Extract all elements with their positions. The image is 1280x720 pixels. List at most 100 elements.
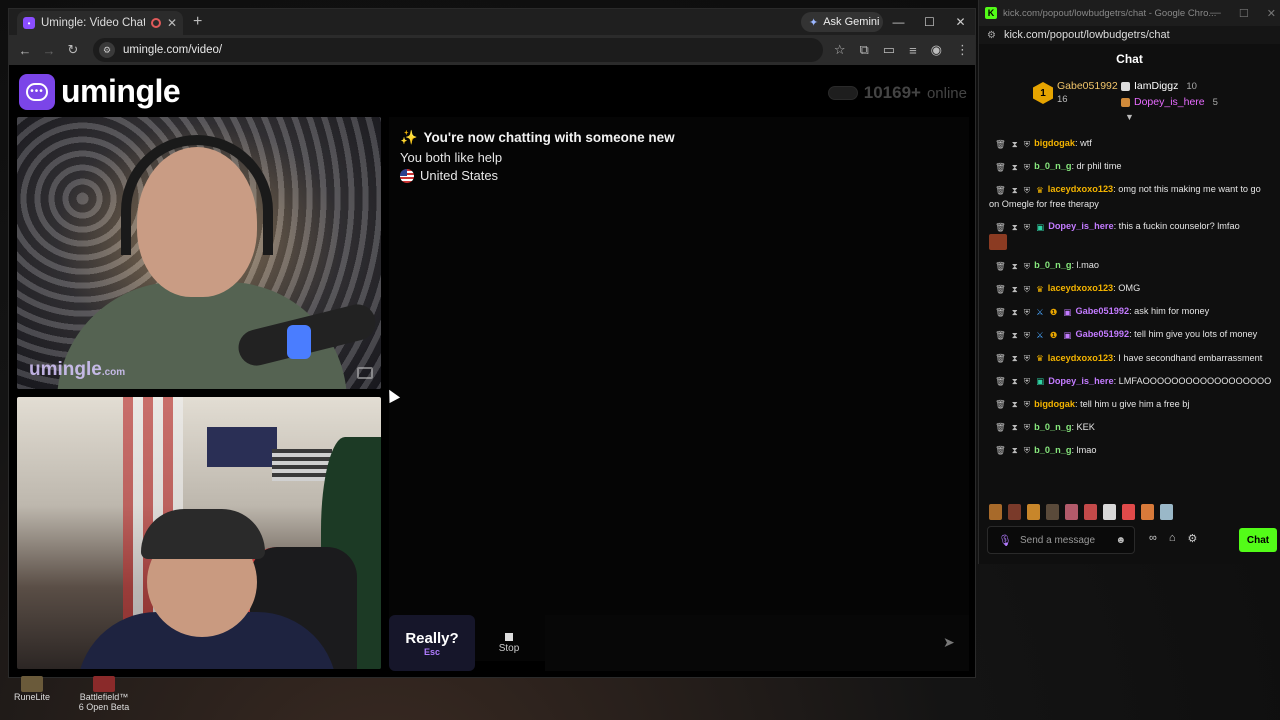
chat-message[interactable]: 🗑 ⧗ ⛨ b_0_n_g: dr phil time [989,159,1273,174]
site-settings-icon[interactable]: ⚙ [987,30,996,41]
delete-icon: 🗑 [995,283,1006,294]
kick-url-text: kick.com/popout/lowbudgetrs/chat [1003,29,1170,41]
browser-tab[interactable]: • Umingle: Video Chat with S ✕ [17,11,183,35]
rank-three-badge-icon [1121,97,1130,107]
chat-message[interactable]: 🗑 ⧗ ⛨ ♛ laceydxoxo123: OMG [989,281,1273,296]
store-icon[interactable]: ⌂ [1169,532,1176,545]
shield-icon: ⛨ [1023,283,1031,294]
delete-icon: 🗑 [995,161,1006,172]
stop-button[interactable]: Stop [481,615,537,671]
chat-message[interactable]: 🗑 ⧗ ⛨ ▣ Dopey_is_here: LMFAOOOOOOOOOOOOOOOOO… [989,374,1273,389]
address-bar[interactable]: ⚙ umingle.com/video/ [93,38,823,62]
tab-title: Umingle: Video Chat with S [41,17,145,29]
chat-message[interactable]: 🗑 ⧗ ⛨ ♛ laceydxoxo123: omg not this making m… [989,182,1273,211]
leaderboard-second[interactable]: IamDiggz 10 [1121,78,1271,94]
delete-icon: 🗑 [995,399,1006,410]
timeout-icon: ⧗ [1011,353,1018,364]
timeout-icon: ⧗ [1011,445,1018,456]
chat-send-button[interactable]: Chat [1239,528,1277,552]
remote-video [17,397,381,669]
ask-gemini-label: Ask Gemini [823,16,880,28]
chat-message-input[interactable]: 🎙 Send a message ☻ [987,526,1135,554]
close-tab-icon[interactable]: ✕ [167,16,177,30]
microphone-icon[interactable]: 🎙 [998,534,1012,547]
theme-toggle[interactable] [827,86,858,100]
kick-logo-icon: K [985,7,997,19]
delete-icon: 🗑 [995,138,1006,149]
online-label: online [926,84,967,102]
umingle-logo[interactable]: ••• umingle [19,73,181,110]
browser-window: • Umingle: Video Chat with S ✕ + ✦ Ask G… [8,8,976,678]
forward-icon[interactable]: → [37,43,61,58]
emote-icon[interactable] [1046,504,1059,520]
message-input[interactable]: ➤ [545,615,969,671]
emote-icon[interactable] [1008,504,1021,520]
local-video: umingle.com [17,117,381,389]
gift-badge-icon: ▣ [1036,221,1045,232]
emote-icon[interactable] [1160,504,1173,520]
chat-message[interactable]: 🗑 ⧗ ⛨ b_0_n_g: l.mao [989,258,1273,273]
close-window-icon[interactable]: ✕ [945,15,976,29]
profile-icon[interactable]: ◉ [931,42,942,58]
skip-button[interactable]: Really? Esc [389,615,475,671]
media-icon[interactable]: ≡ [909,43,917,58]
extensions-icon[interactable]: ⧉ [859,42,868,58]
kick-address-bar[interactable]: ⚙ kick.com/popout/lowbudgetrs/chat [979,26,1280,44]
window-controls: — ☐ ✕ [883,9,976,35]
emote-icon[interactable] [1141,504,1154,520]
settings-gear-icon[interactable]: ⚙ [1188,532,1198,545]
chat-message[interactable]: 🗑 ⧗ ⛨ b_0_n_g: lmao [989,443,1273,458]
expand-leaderboard-icon[interactable]: ▼ [1125,112,1134,122]
kick-close-icon[interactable]: ✕ [1267,7,1276,20]
chat-message[interactable]: 🗑 ⧗ ⛨ b_0_n_g: KEK [989,420,1273,435]
camera-switch-icon[interactable] [357,367,373,379]
sparkles-icon: ✨ [400,129,418,145]
menu-kebab-icon[interactable]: ⋮ [956,42,969,58]
desktop-icon-runelite[interactable]: RuneLite [4,676,60,712]
chat-message[interactable]: 🗑 ⧗ ⛨ ⚔ ❶ ▣ Gabe051992: ask him for money [989,304,1273,319]
emote-icon[interactable] [1103,504,1116,520]
new-tab-icon[interactable]: + [193,13,202,31]
minimize-icon[interactable]: — [883,15,914,29]
kick-chat-window: K kick.com/popout/lowbudgetrs/chat - Goo… [978,0,1280,564]
emote-icon[interactable] [1065,504,1078,520]
shared-interest: You both like help [400,150,503,165]
shield-icon: ⛨ [1023,184,1031,195]
shield-icon: ⛨ [1023,260,1031,271]
chat-message[interactable]: 🗑 ⧗ ⛨ bigdogak: wtf [989,136,1273,151]
emote-icon[interactable] [1027,504,1040,520]
kick-maximize-icon[interactable]: ☐ [1239,7,1249,20]
chat-message[interactable]: 🗑 ⧗ ⛨ ⚔ ❶ ▣ Gabe051992: tell him give you lots… [989,327,1273,342]
chat-message[interactable]: 🗑 ⧗ ⛨ bigdogak: tell him u give him a free … [989,397,1273,412]
timeout-icon: ⧗ [1011,330,1018,340]
chat-messages: 🗑 ⧗ ⛨ bigdogak: wtf 🗑 ⧗ ⛨ b_0_n_g: dr phil tim… [989,136,1273,466]
emote-icon[interactable] [989,504,1002,520]
rank-two-badge-icon [1121,81,1130,91]
emote-icon[interactable] [1084,504,1097,520]
leaderboard-third[interactable]: Dopey_is_here 5 [1121,94,1271,110]
emoji-icon[interactable]: ☻ [1115,535,1126,546]
chat-message[interactable]: 🗑 ⧗ ⛨ ▣ Dopey_is_here: this a fuckin counsel… [989,219,1273,250]
infinity-icon[interactable]: ∞ [1149,532,1157,545]
cast-icon[interactable]: ▭ [883,42,895,58]
desktop-icon-battlefield[interactable]: Battlefield™ 6 Open Beta [76,676,132,712]
logo-text: umingle [61,73,181,109]
bookmark-star-icon[interactable]: ☆ [834,42,846,58]
crown-badge-icon: ♛ [1036,353,1044,364]
page-viewport: ••• umingle 10169+ online umingle.com ✨ … [9,65,975,677]
timeout-icon: ⧗ [1011,376,1018,387]
toolbar-actions: ☆ ⧉ ▭ ≡ ◉ ⋮ [834,35,969,65]
back-icon[interactable]: ← [13,43,37,58]
ask-gemini-button[interactable]: ✦ Ask Gemini [801,12,883,32]
timeout-icon: ⧗ [1011,306,1018,317]
delete-icon: 🗑 [995,422,1006,433]
reload-icon[interactable]: ↻ [61,42,85,58]
emote-icon[interactable] [1122,504,1135,520]
maximize-icon[interactable]: ☐ [914,15,945,29]
send-arrow-icon[interactable]: ➤ [943,634,959,650]
skip-label: Really? [405,629,459,647]
site-info-icon[interactable]: ⚙ [99,42,115,58]
chat-message[interactable]: 🗑 ⧗ ⛨ ♛ laceydxoxo123: I have secondhand emb… [989,351,1273,366]
delete-icon: 🗑 [995,260,1006,271]
kick-minimize-icon[interactable]: — [1210,7,1221,19]
